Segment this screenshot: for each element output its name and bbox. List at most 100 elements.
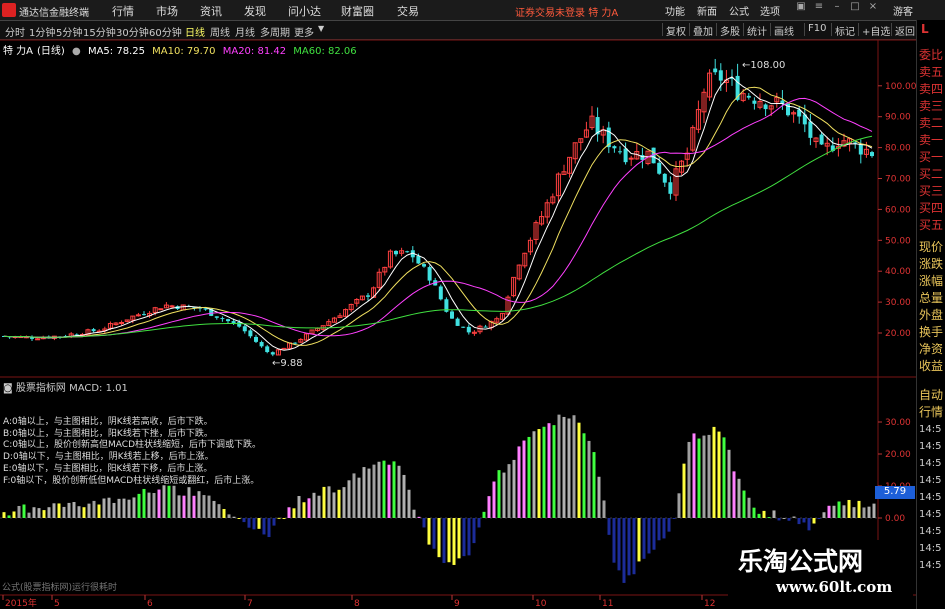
- macd-bar: [492, 481, 496, 518]
- macd-bar: [237, 518, 241, 519]
- price-tick-label: 50.00: [885, 236, 911, 246]
- side-label-sell2: 卖二: [919, 116, 944, 130]
- candle-body-down: [259, 342, 264, 347]
- candle-body-down: [248, 330, 253, 337]
- candle-body-down: [858, 143, 863, 155]
- macd-bar: [342, 487, 346, 518]
- macd-bar: [687, 441, 691, 518]
- macd-bar: [162, 485, 166, 518]
- macd-bar: [752, 507, 756, 518]
- candle-body-down: [438, 286, 443, 300]
- macd-bar: [82, 507, 86, 518]
- macd-bar: [387, 464, 391, 518]
- macd-bar: [522, 440, 526, 518]
- macd-bar: [87, 503, 91, 518]
- macd-bar: [692, 433, 696, 518]
- chart-canvas[interactable]: 100.0090.0080.0070.0060.0050.0040.0030.0…: [0, 0, 945, 609]
- macd-bar: [442, 518, 446, 563]
- macd-bar: [657, 518, 661, 541]
- macd-bar: [142, 488, 146, 518]
- settings-dot-icon[interactable]: ●: [72, 46, 81, 57]
- macd-bar: [192, 495, 196, 518]
- macd-bar: [167, 485, 171, 518]
- macd-bar: [842, 505, 846, 518]
- macd-bar: [402, 474, 406, 518]
- side-time-2: 14:5: [919, 441, 942, 452]
- candle-body-down: [466, 326, 471, 333]
- candle-body-down: [30, 337, 34, 339]
- macd-bar: [32, 507, 36, 518]
- macd-bar: [7, 515, 11, 518]
- panel-level-tag[interactable]: L: [921, 22, 929, 36]
- macd-bar: [292, 508, 296, 518]
- candle-body-up: [119, 321, 125, 324]
- high-price-annotation: ←108.00: [742, 60, 785, 71]
- macd-bar: [837, 501, 841, 518]
- indicator-name[interactable]: 股票指标网: [16, 383, 66, 394]
- macd-bar: [827, 505, 831, 518]
- side-auto-label[interactable]: 自动: [919, 386, 943, 403]
- macd-bar: [732, 471, 736, 518]
- stock-ma-header: 特 力A (日线) ● MA5: 78.25 MA10: 79.70 MA20: …: [3, 42, 361, 57]
- macd-bar: [757, 513, 761, 518]
- macd-bar: [367, 468, 371, 518]
- macd-bar: [872, 503, 876, 518]
- macd-bar: [377, 461, 381, 518]
- macd-bar: [437, 518, 441, 558]
- macd-bar: [67, 502, 71, 518]
- candle-body-down: [752, 100, 757, 104]
- candle-body-down: [394, 250, 398, 255]
- macd-bar: [252, 518, 256, 530]
- macd-bar: [407, 489, 411, 518]
- macd-bar: [627, 518, 631, 576]
- macd-bar: [647, 518, 651, 554]
- macd-value: MACD: 1.01: [69, 383, 128, 394]
- macd-bar: [512, 459, 516, 518]
- macd-bar: [97, 504, 101, 518]
- side-label-sell5: 卖五: [919, 65, 944, 79]
- macd-bar: [137, 493, 141, 518]
- macd-bar: [147, 492, 151, 518]
- macd-bar: [557, 414, 561, 518]
- indicator-settings-icon[interactable]: ◙: [3, 383, 13, 394]
- candle-body-down: [237, 322, 242, 327]
- side-label-buy2: 买二: [919, 167, 944, 181]
- side-label-weibi: 委比: [919, 48, 944, 62]
- candle-body-down: [416, 255, 421, 264]
- macd-bar: [602, 500, 606, 518]
- macd-bar: [592, 452, 596, 518]
- macd-bar: [577, 422, 581, 518]
- watermark-title: 乐淘公式网: [738, 547, 864, 576]
- macd-bar: [397, 465, 401, 518]
- candle-body-down: [718, 70, 723, 81]
- macd-bar: [722, 437, 726, 518]
- side-label-buy5: 买五: [919, 218, 944, 232]
- macd-bar: [92, 500, 96, 518]
- candle-body-down: [662, 173, 667, 183]
- macd-bar: [107, 497, 111, 518]
- macd-bar: [77, 506, 81, 518]
- price-tick-label: 100.00: [885, 82, 917, 92]
- candle-body-down: [455, 318, 460, 326]
- macd-header: ◙ 股票指标网 MACD: 1.01: [3, 379, 128, 394]
- price-tick-label: 20.00: [885, 329, 911, 339]
- watermark: 乐淘公式网 www.60lt.com: [728, 540, 913, 602]
- side-label-earnings: 收益: [919, 359, 944, 373]
- candle-body-down: [214, 316, 219, 318]
- macd-bar: [852, 507, 856, 518]
- macd-bar: [17, 505, 21, 518]
- price-tick-label: 70.00: [885, 175, 911, 185]
- macd-bar: [172, 485, 176, 518]
- macd-bar: [747, 497, 751, 518]
- macd-bar: [372, 464, 376, 518]
- side-time-1: 14:5: [919, 424, 942, 435]
- side-label-sell4: 卖四: [919, 82, 944, 96]
- candle-body-down: [668, 182, 673, 194]
- side-quotes-label[interactable]: 行情: [919, 403, 943, 420]
- macd-bar: [507, 464, 511, 518]
- macd-bar: [242, 518, 246, 523]
- candle-body-up: [169, 305, 175, 308]
- macd-bar: [707, 434, 711, 518]
- macd-bar: [302, 502, 306, 518]
- macd-bar: [597, 476, 601, 518]
